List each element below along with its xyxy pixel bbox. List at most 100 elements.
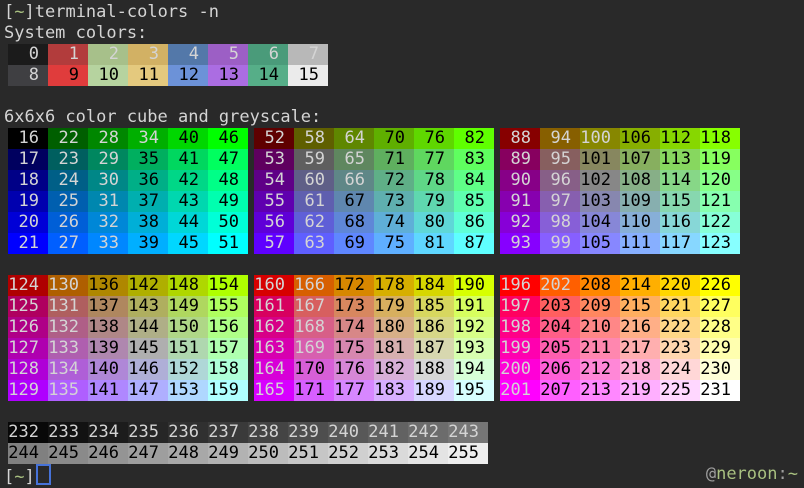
color-cell-228: 228 — [700, 317, 740, 338]
color-cell-235: 235 — [128, 422, 168, 443]
color-cell-75: 75 — [374, 233, 414, 254]
color-cell-163: 163 — [254, 338, 294, 359]
color-cell-33: 33 — [88, 233, 128, 254]
color-cell-130: 130 — [48, 275, 88, 296]
terminal-cursor[interactable] — [36, 464, 51, 485]
color-cell-175: 175 — [334, 338, 374, 359]
rprompt-colon: : — [778, 464, 788, 484]
color-cell-64: 64 — [334, 128, 374, 149]
color-cell-9: 9 — [48, 65, 88, 86]
color-cell-135: 135 — [48, 380, 88, 401]
color-cell-229: 229 — [700, 338, 740, 359]
color-cell-212: 212 — [580, 359, 620, 380]
color-cell-173: 173 — [334, 296, 374, 317]
color-cell-157: 157 — [208, 338, 248, 359]
color-cell-67: 67 — [334, 191, 374, 212]
color-cell-208: 208 — [580, 275, 620, 296]
color-cell-100: 100 — [580, 128, 620, 149]
color-cell-63: 63 — [294, 233, 334, 254]
color-cell-69: 69 — [334, 233, 374, 254]
color-cell-125: 125 — [8, 296, 48, 317]
color-cell-254: 254 — [408, 443, 448, 464]
color-cell-80: 80 — [414, 212, 454, 233]
color-cell-38: 38 — [128, 212, 168, 233]
color-cell-13: 13 — [208, 65, 248, 86]
color-cell-124: 124 — [8, 275, 48, 296]
color-cell-78: 78 — [414, 170, 454, 191]
color-cell-134: 134 — [48, 359, 88, 380]
color-cell-82: 82 — [454, 128, 494, 149]
color-cell-192: 192 — [454, 317, 494, 338]
color-cell-122: 122 — [700, 212, 740, 233]
color-cell-209: 209 — [580, 296, 620, 317]
color-cell-137: 137 — [88, 296, 128, 317]
color-cell-87: 87 — [454, 233, 494, 254]
color-cell-246: 246 — [88, 443, 128, 464]
color-cell-37: 37 — [128, 191, 168, 212]
color-cell-89: 89 — [500, 149, 540, 170]
color-cell-2: 2 — [88, 44, 128, 65]
color-cell-191: 191 — [454, 296, 494, 317]
color-cell-221: 221 — [660, 296, 700, 317]
cube-block-196: 1962022082142202261972032092152212271982… — [500, 275, 740, 401]
color-cell-8: 8 — [8, 65, 48, 86]
color-cell-106: 106 — [620, 128, 660, 149]
color-cell-112: 112 — [660, 128, 700, 149]
color-cell-35: 35 — [128, 149, 168, 170]
color-cell-117: 117 — [660, 233, 700, 254]
color-cell-133: 133 — [48, 338, 88, 359]
color-cell-44: 44 — [168, 212, 208, 233]
color-cell-11: 11 — [128, 65, 168, 86]
color-cell-99: 99 — [540, 233, 580, 254]
color-cell-83: 83 — [454, 149, 494, 170]
terminal-window[interactable]: [~]terminal-colors -n System colors: 012… — [0, 0, 804, 484]
color-cell-1: 1 — [48, 44, 88, 65]
color-cell-109: 109 — [620, 191, 660, 212]
color-cell-74: 74 — [374, 212, 414, 233]
color-cell-61: 61 — [294, 191, 334, 212]
color-cell-241: 241 — [368, 422, 408, 443]
color-cell-0: 0 — [8, 44, 48, 65]
color-cell-32: 32 — [88, 212, 128, 233]
color-cell-182: 182 — [374, 359, 414, 380]
color-cell-20: 20 — [8, 212, 48, 233]
color-cell-185: 185 — [414, 296, 454, 317]
cube-block-124: 1241301361421481541251311371431491551261… — [8, 275, 248, 401]
color-cell-180: 180 — [374, 317, 414, 338]
color-cell-72: 72 — [374, 170, 414, 191]
color-cell-143: 143 — [128, 296, 168, 317]
color-cell-116: 116 — [660, 212, 700, 233]
color-cell-7: 7 — [288, 44, 328, 65]
color-cell-140: 140 — [88, 359, 128, 380]
color-cell-141: 141 — [88, 380, 128, 401]
color-cell-52: 52 — [254, 128, 294, 149]
color-cell-197: 197 — [500, 296, 540, 317]
color-cell-170: 170 — [294, 359, 334, 380]
prompt-close-bracket: ] — [25, 2, 35, 22]
color-cell-242: 242 — [408, 422, 448, 443]
color-cell-166: 166 — [294, 275, 334, 296]
color-cell-181: 181 — [374, 338, 414, 359]
color-cell-27: 27 — [48, 233, 88, 254]
color-cell-18: 18 — [8, 170, 48, 191]
color-cell-34: 34 — [128, 128, 168, 149]
color-cell-132: 132 — [48, 317, 88, 338]
cube-block-88: 8894100106112118899510110711311990961021… — [500, 128, 740, 254]
color-cell-123: 123 — [700, 233, 740, 254]
color-cell-139: 139 — [88, 338, 128, 359]
color-cell-79: 79 — [414, 191, 454, 212]
color-cell-164: 164 — [254, 359, 294, 380]
blank-line — [0, 86, 804, 107]
color-cell-29: 29 — [88, 149, 128, 170]
color-cell-240: 240 — [328, 422, 368, 443]
color-cell-149: 149 — [168, 296, 208, 317]
color-cell-114: 114 — [660, 170, 700, 191]
color-cell-216: 216 — [620, 317, 660, 338]
prompt-open-bracket: [ — [4, 2, 14, 22]
color-cell-129: 129 — [8, 380, 48, 401]
color-cell-91: 91 — [500, 191, 540, 212]
color-cell-199: 199 — [500, 338, 540, 359]
color-cell-46: 46 — [208, 128, 248, 149]
color-cell-252: 252 — [328, 443, 368, 464]
color-cell-101: 101 — [580, 149, 620, 170]
